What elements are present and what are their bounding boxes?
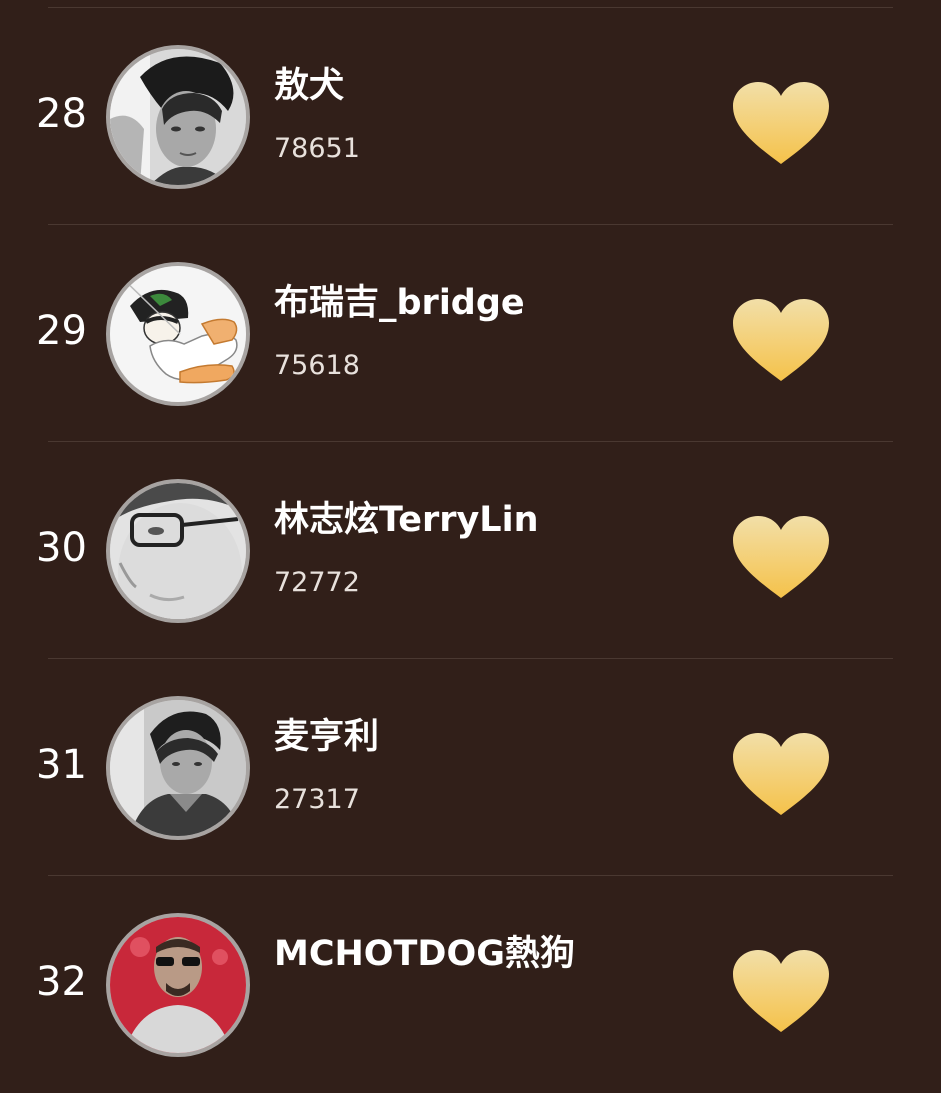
artist-name[interactable]: 布瑞吉_bridge — [274, 283, 525, 323]
artist-name[interactable]: 敖犬 — [274, 66, 344, 106]
rank-number: 32 — [36, 959, 87, 1005]
vote-count: 72772 — [274, 567, 360, 598]
avatar-image-portrait-man-sunglasses-red-background — [110, 917, 246, 1053]
like-button[interactable] — [731, 950, 831, 1034]
rank-number: 30 — [36, 525, 87, 571]
avatar[interactable] — [106, 45, 250, 189]
avatar[interactable] — [106, 696, 250, 840]
like-button[interactable] — [731, 516, 831, 600]
ranking-row[interactable]: 28 敖犬 78651 — [0, 8, 941, 225]
ranking-row[interactable]: 30 林志炫TerryLin 72772 — [0, 442, 941, 659]
vote-count: 78651 — [274, 133, 360, 164]
ranking-row[interactable]: 29 布瑞吉_bridge 75618 — [0, 225, 941, 442]
heart-icon — [733, 299, 829, 381]
like-button[interactable] — [731, 299, 831, 383]
vote-count: 27317 — [274, 784, 360, 815]
heart-icon — [733, 950, 829, 1032]
heart-icon — [733, 82, 829, 164]
rank-number: 31 — [36, 742, 87, 788]
avatar[interactable] — [106, 262, 250, 406]
heart-icon — [733, 516, 829, 598]
avatar[interactable] — [106, 913, 250, 1057]
vote-count: 75618 — [274, 350, 360, 381]
rank-number: 28 — [36, 91, 87, 137]
like-button[interactable] — [731, 733, 831, 817]
artist-name[interactable]: 林志炫TerryLin — [274, 500, 539, 540]
ranking-list: 28 敖犬 78651 29 布瑞吉_bridge 75618 30 林志炫Te… — [0, 8, 941, 1093]
avatar-image-portrait-young-man-grayscale — [110, 700, 246, 836]
avatar-image-cartoon-character-illustration — [110, 266, 246, 402]
heart-icon — [733, 733, 829, 815]
ranking-row[interactable]: 32 MCHOTDOG熱狗 — [0, 876, 941, 1093]
artist-name[interactable]: MCHOTDOG熱狗 — [274, 934, 575, 974]
avatar[interactable] — [106, 479, 250, 623]
avatar-image-portrait-dark-hair-man-grayscale — [110, 49, 246, 185]
ranking-row[interactable]: 31 麦亨利 27317 — [0, 659, 941, 876]
avatar-image-portrait-man-glasses-closeup — [110, 483, 246, 619]
like-button[interactable] — [731, 82, 831, 166]
artist-name[interactable]: 麦亨利 — [274, 717, 379, 757]
rank-number: 29 — [36, 308, 87, 354]
